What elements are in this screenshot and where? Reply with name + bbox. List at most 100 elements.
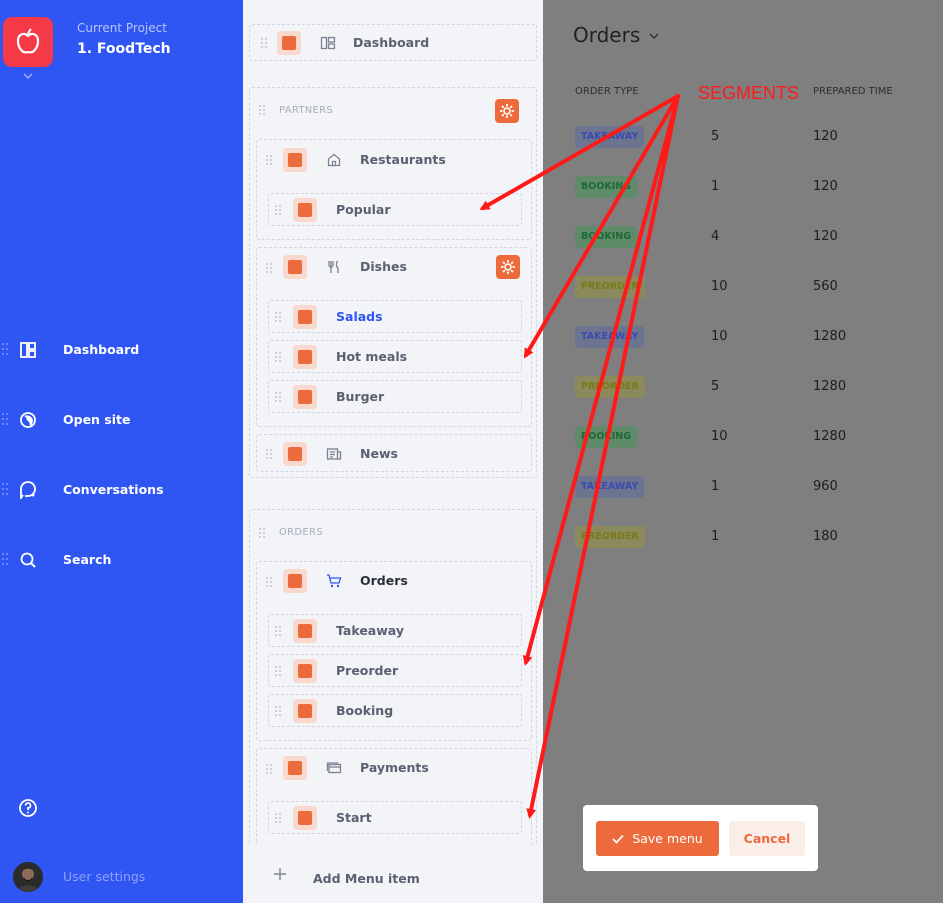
nav-conversations[interactable]: Conversations — [0, 475, 243, 505]
color-swatch[interactable] — [277, 31, 301, 55]
menu-item-preorder[interactable]: Preorder — [268, 654, 522, 687]
menu-item-salads[interactable]: Salads — [268, 300, 522, 333]
dashboard-icon — [320, 36, 336, 50]
color-swatch[interactable] — [293, 619, 317, 643]
drag-handle-icon[interactable] — [275, 312, 281, 322]
menu-item-label: Orders — [360, 573, 408, 588]
menu-item-hot-meals[interactable]: Hot meals — [268, 340, 522, 373]
order-count-cell: 1 — [711, 179, 720, 194]
drag-handle-icon[interactable] — [275, 626, 281, 636]
save-menu-dialog: Save menu Cancel — [583, 805, 818, 871]
color-swatch[interactable] — [293, 305, 317, 329]
chevron-down-icon[interactable] — [648, 30, 660, 42]
menu-item-news[interactable]: News — [256, 434, 532, 472]
menu-item-label: Start — [336, 810, 372, 825]
menu-item-dashboard[interactable]: Dashboard — [249, 24, 537, 61]
add-menu-item-button[interactable]: Add Menu item — [313, 871, 420, 886]
gear-icon — [500, 104, 514, 118]
color-swatch[interactable] — [293, 385, 317, 409]
color-swatch[interactable] — [293, 659, 317, 683]
menu-item-label: Payments — [360, 760, 429, 775]
color-swatch[interactable] — [283, 255, 307, 279]
drag-handle-icon[interactable] — [275, 205, 281, 215]
help-icon[interactable] — [18, 798, 38, 818]
color-swatch[interactable] — [293, 699, 317, 723]
user-settings-link[interactable]: User settings — [63, 869, 145, 884]
nav-search[interactable]: Search — [0, 545, 243, 575]
prepared-time-cell: 560 — [813, 279, 838, 294]
prepared-time-cell: 960 — [813, 479, 838, 494]
drag-handle-icon[interactable] — [275, 666, 281, 676]
page-title: Orders — [573, 23, 641, 47]
color-swatch[interactable] — [293, 198, 317, 222]
drag-handle-icon[interactable] — [259, 105, 265, 115]
drag-handle-icon[interactable] — [266, 764, 272, 774]
nav-dashboard[interactable]: Dashboard — [0, 335, 243, 365]
drag-handle-icon[interactable] — [266, 577, 272, 587]
drag-handle-icon[interactable] — [266, 155, 272, 165]
order-type-badge: PREORDER — [575, 526, 645, 548]
sidebar: Current Project 1. FoodTech Dashboard Op… — [0, 0, 243, 903]
menu-item-booking[interactable]: Booking — [268, 694, 522, 727]
drag-handle-icon[interactable] — [266, 263, 272, 273]
order-type-badge: BOOKING — [575, 226, 638, 248]
section-title: ORDERS — [279, 527, 323, 538]
nav-open-site[interactable]: Open site — [0, 405, 243, 435]
menu-item-label: Dashboard — [353, 35, 430, 50]
nav-search-label: Search — [63, 552, 112, 567]
color-swatch[interactable] — [283, 569, 307, 593]
drag-handle-icon[interactable] — [275, 813, 281, 823]
project-name[interactable]: 1. FoodTech — [77, 41, 171, 57]
menu-item-start[interactable]: Start — [268, 801, 522, 834]
section-title: PARTNERS — [279, 105, 334, 116]
column-header-order-type[interactable]: ORDER TYPE — [575, 86, 639, 97]
order-type-badge: PREORDER — [575, 276, 645, 298]
avatar[interactable] — [13, 862, 43, 892]
drag-handle-icon[interactable] — [2, 483, 8, 495]
color-swatch[interactable] — [283, 756, 307, 780]
save-menu-label: Save menu — [632, 831, 703, 846]
order-count-cell: 4 — [711, 229, 720, 244]
drag-handle-icon[interactable] — [2, 413, 8, 425]
prepared-time-cell: 1280 — [813, 379, 847, 394]
color-swatch[interactable] — [293, 345, 317, 369]
menu-item-burger[interactable]: Burger — [268, 380, 522, 413]
menu-item-label: Takeaway — [336, 623, 404, 638]
gear-icon — [501, 260, 515, 274]
plus-icon[interactable] — [273, 867, 287, 881]
color-swatch[interactable] — [293, 806, 317, 830]
nav-conversations-label: Conversations — [63, 482, 164, 497]
menu-item-popular[interactable]: Popular — [268, 193, 522, 226]
menu-group-orders[interactable]: Orders Takeaway Preorder Booking — [256, 561, 532, 741]
app-logo[interactable] — [3, 17, 53, 67]
menu-group-restaurants[interactable]: Restaurants Popular — [256, 139, 532, 240]
globe-icon — [20, 412, 36, 428]
drag-handle-icon[interactable] — [275, 352, 281, 362]
dashboard-icon — [20, 342, 36, 358]
drag-handle-icon[interactable] — [266, 449, 272, 459]
chevron-down-icon[interactable] — [22, 70, 34, 82]
drag-handle-icon[interactable] — [2, 343, 8, 355]
menu-item-takeaway[interactable]: Takeaway — [268, 614, 522, 647]
drag-handle-icon[interactable] — [275, 706, 281, 716]
menu-group-dishes[interactable]: Dishes Salads Hot meals Burger — [256, 247, 532, 427]
cancel-button[interactable]: Cancel — [729, 821, 805, 856]
newspaper-icon — [326, 448, 342, 460]
drag-handle-icon[interactable] — [2, 553, 8, 565]
prepared-time-cell: 180 — [813, 529, 838, 544]
menu-item-label: Popular — [336, 202, 391, 217]
drag-handle-icon[interactable] — [261, 38, 267, 48]
order-type-badge: TAKEAWAY — [575, 326, 645, 348]
menu-item-label: News — [360, 446, 398, 461]
column-header-prepared-time[interactable]: PREPARED TIME — [813, 86, 893, 97]
color-swatch[interactable] — [283, 148, 307, 172]
section-settings-button[interactable] — [495, 99, 519, 123]
prepared-time-cell: 120 — [813, 129, 838, 144]
save-menu-button[interactable]: Save menu — [596, 821, 719, 856]
drag-handle-icon[interactable] — [275, 392, 281, 402]
drag-handle-icon[interactable] — [259, 528, 265, 538]
nav-dashboard-label: Dashboard — [63, 342, 140, 357]
menu-item-label: Booking — [336, 703, 394, 718]
color-swatch[interactable] — [283, 442, 307, 466]
group-settings-button[interactable] — [496, 255, 520, 279]
